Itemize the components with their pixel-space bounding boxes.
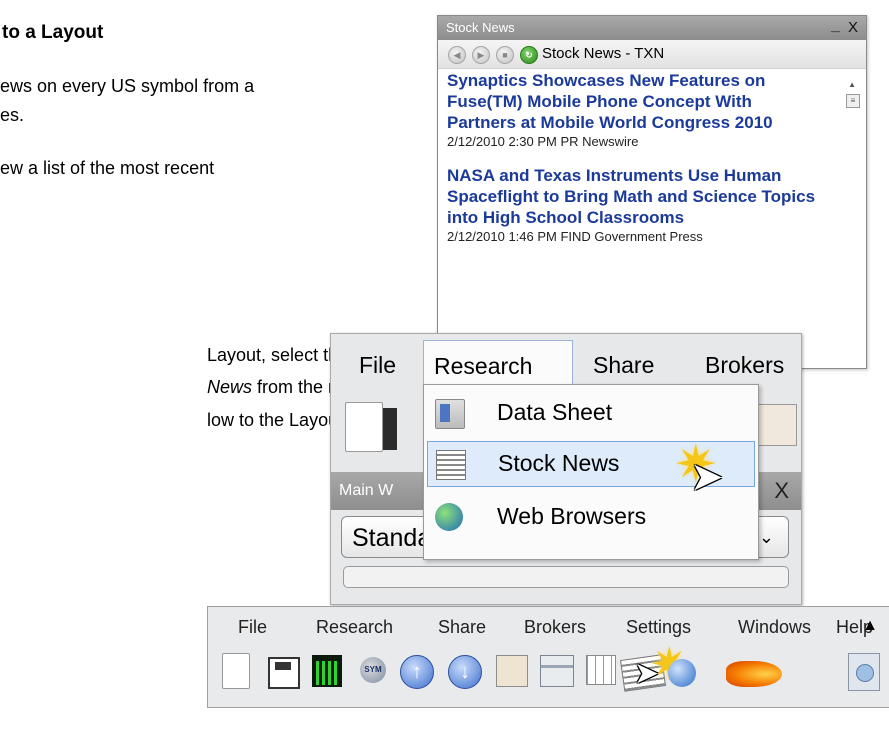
main-window-title: Main W xyxy=(339,482,394,499)
news-meta: 2/12/2010 1:46 PM FIND Government Press xyxy=(447,229,703,244)
doc-text-line-1: ews on every US symbol from a xyxy=(0,76,255,96)
news-headline-link[interactable]: Synaptics Showcases New Features on Fuse… xyxy=(447,70,819,133)
zoomed-menu-window: File Research Share Brokers Main W X Sta… xyxy=(330,333,802,605)
stock-news-window: Stock News _ X ◀ ▶ ■ ↻ Stock News - TXN … xyxy=(437,15,867,369)
news-list: Synaptics Showcases New Features on Fuse… xyxy=(438,70,866,368)
doc-text-line-6: low to the Layout xyxy=(207,410,344,430)
overflow-arrow-icon[interactable]: ▲ xyxy=(862,617,878,635)
chart-icon[interactable] xyxy=(312,655,342,687)
menu-settings[interactable]: Settings xyxy=(626,617,691,638)
menu-research-label: Research xyxy=(434,353,533,379)
doc-italic-news: News xyxy=(207,377,253,397)
data-sheet-icon xyxy=(435,399,465,429)
menu-item-label: Web Browsers xyxy=(497,503,647,529)
doc-text-line-3: ew a list of the most recent xyxy=(0,158,215,178)
doc-text-line-4: Layout, select the xyxy=(207,345,349,365)
panel-edge xyxy=(343,566,789,588)
section-heading: to a Layout xyxy=(2,22,104,43)
menu-item-label: Stock News xyxy=(498,450,620,476)
stock-news-icon xyxy=(436,450,466,480)
research-dropdown-menu: Data Sheet Stock News Web Browsers ✷ ➤ xyxy=(423,384,759,560)
chevron-down-icon: ⌄ xyxy=(758,527,774,547)
save-icon[interactable] xyxy=(268,657,300,689)
web-browser-icon[interactable] xyxy=(668,659,696,687)
down-arrow-icon[interactable]: ↓ xyxy=(448,655,482,689)
back-icon[interactable]: ◀ xyxy=(448,46,466,64)
menu-file[interactable]: File xyxy=(359,352,396,379)
menu-brokers[interactable]: Brokers xyxy=(705,352,784,379)
broker-envelope-icon[interactable] xyxy=(496,655,528,687)
menu-share[interactable]: Share xyxy=(438,617,486,638)
refresh-icon[interactable]: ↻ xyxy=(520,46,538,64)
mouse-cursor-icon: ➤ xyxy=(690,455,724,499)
close-button[interactable]: X xyxy=(774,478,789,504)
settings-panel-icon[interactable] xyxy=(848,653,880,691)
stop-icon[interactable]: ■ xyxy=(496,46,514,64)
news-headline-link[interactable]: NASA and Texas Instruments Use Human Spa… xyxy=(447,165,819,228)
symbol-search-icon[interactable]: SYM xyxy=(360,657,386,683)
menu-research-open[interactable]: Research xyxy=(423,340,573,385)
minimize-button[interactable]: _ xyxy=(831,17,840,35)
globe-icon xyxy=(435,503,463,531)
fire-icon[interactable] xyxy=(726,661,782,687)
new-document-icon[interactable] xyxy=(222,653,250,689)
stock-news-navbar: ◀ ▶ ■ ↻ Stock News - TXN xyxy=(438,40,866,69)
stock-news-window-title: Stock News xyxy=(446,20,515,35)
bank-icon[interactable] xyxy=(540,655,574,687)
doc-text-line-2: es. xyxy=(0,105,25,125)
up-arrow-icon[interactable]: ↑ xyxy=(400,655,434,689)
broker-envelope-icon[interactable] xyxy=(755,404,797,446)
news-page-title: Stock News - TXN xyxy=(542,45,665,62)
data-grid-icon[interactable] xyxy=(586,655,616,685)
forward-icon[interactable]: ▶ xyxy=(472,46,490,64)
menu-research[interactable]: Research xyxy=(316,617,393,638)
menu-file[interactable]: File xyxy=(238,617,267,638)
main-toolbar: File Research Share Brokers Settings Win… xyxy=(207,606,889,708)
menu-item-data-sheet[interactable]: Data Sheet xyxy=(427,391,753,435)
new-document-icon[interactable] xyxy=(345,402,383,452)
close-button[interactable]: X xyxy=(848,19,858,36)
menu-item-label: Data Sheet xyxy=(497,399,613,425)
menu-share[interactable]: Share xyxy=(593,352,654,379)
menu-windows[interactable]: Windows xyxy=(738,617,811,638)
stock-news-titlebar[interactable]: Stock News _ X xyxy=(438,16,866,40)
scrollbar-thumb[interactable]: ≡ xyxy=(846,94,860,108)
menu-brokers[interactable]: Brokers xyxy=(524,617,586,638)
menu-item-web-browsers[interactable]: Web Browsers xyxy=(427,495,753,539)
news-meta: 2/12/2010 2:30 PM PR Newswire xyxy=(447,134,639,149)
scroll-up-icon[interactable]: ▲ xyxy=(848,80,856,89)
mouse-cursor-icon: ➤ xyxy=(634,657,660,690)
save-icon[interactable] xyxy=(383,408,397,450)
